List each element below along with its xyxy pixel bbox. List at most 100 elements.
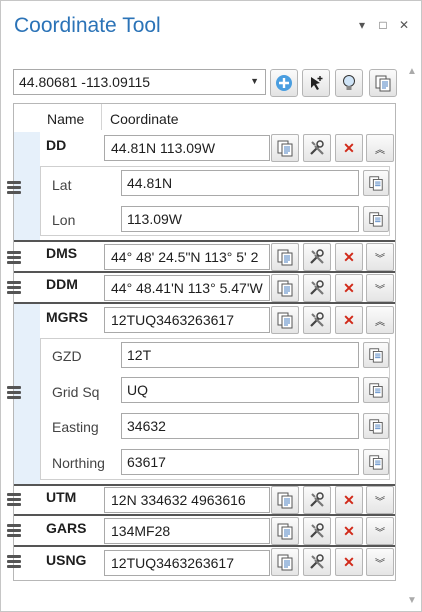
settings-button[interactable] xyxy=(303,306,331,334)
copy-button[interactable] xyxy=(271,306,299,334)
flash-button[interactable] xyxy=(335,69,363,97)
copy-button[interactable] xyxy=(363,342,389,368)
dropdown-arrow-icon[interactable]: ▼ xyxy=(250,76,259,86)
settings-button[interactable] xyxy=(303,274,331,302)
tools-icon xyxy=(310,249,324,264)
copy-button[interactable] xyxy=(271,134,299,162)
row-divider xyxy=(14,302,395,304)
coordinate-field[interactable]: 44° 48.41'N 113° 5.47'W xyxy=(104,275,270,301)
chevron-up-icon: ︽ xyxy=(375,316,385,328)
copy-icon xyxy=(369,176,383,191)
delete-icon: ✕ xyxy=(343,139,355,156)
detail-label: Northing xyxy=(52,455,105,471)
copy-button[interactable] xyxy=(271,548,299,576)
drag-handle-icon[interactable] xyxy=(7,251,21,266)
delete-icon: ✕ xyxy=(343,522,355,539)
delete-icon: ✕ xyxy=(343,491,355,508)
lightbulb-icon xyxy=(343,75,355,90)
settings-button[interactable] xyxy=(303,548,331,576)
copy-button[interactable] xyxy=(363,449,389,475)
add-button[interactable] xyxy=(270,69,298,97)
expand-button[interactable]: ︾ xyxy=(366,486,394,514)
close-icon[interactable]: ✕ xyxy=(398,18,410,32)
detail-label: Lon xyxy=(52,212,76,228)
vertical-scrollbar[interactable]: ▲ ▼ xyxy=(405,66,419,606)
delete-icon: ✕ xyxy=(343,311,355,328)
copy-icon xyxy=(369,419,383,434)
row-name: GARS xyxy=(46,520,87,536)
copy-icon xyxy=(277,140,293,157)
row-divider xyxy=(14,514,395,516)
map-point-icon xyxy=(311,76,323,90)
coordinate-field[interactable]: 12TUQ3463263617 xyxy=(104,307,270,333)
drag-handle-icon[interactable] xyxy=(7,281,21,296)
coordinate-input-value: 44.80681 -113.09115 xyxy=(19,74,151,90)
coordinate-input[interactable]: 44.80681 -113.09115 ▼ xyxy=(13,69,266,95)
map-point-button[interactable] xyxy=(302,69,330,97)
copy-all-button[interactable] xyxy=(369,69,397,97)
drag-handle-icon[interactable] xyxy=(7,493,21,508)
copy-button[interactable] xyxy=(271,517,299,545)
detail-field[interactable]: 113.09W xyxy=(121,206,359,232)
detail-field[interactable]: UQ xyxy=(121,377,359,403)
row-name: DDM xyxy=(46,276,78,292)
delete-icon: ✕ xyxy=(343,279,355,296)
copy-icon xyxy=(277,554,293,571)
coordinate-field[interactable]: 134MF28 xyxy=(104,518,270,544)
window-controls: ▾ □ ✕ xyxy=(356,18,410,32)
tools-icon xyxy=(310,492,324,507)
settings-button[interactable] xyxy=(303,243,331,271)
drag-handle-icon[interactable] xyxy=(7,555,21,570)
copy-icon xyxy=(369,348,383,363)
settings-button[interactable] xyxy=(303,134,331,162)
detail-field[interactable]: 63617 xyxy=(121,449,359,475)
collapse-button[interactable]: ︽ xyxy=(366,306,394,334)
coordinate-field[interactable]: 44° 48' 24.5"N 113° 5' 2 xyxy=(104,244,270,270)
delete-button[interactable]: ✕ xyxy=(335,274,363,302)
chevron-down-icon: ︾ xyxy=(375,527,385,539)
row-name: DMS xyxy=(46,245,78,261)
delete-icon: ✕ xyxy=(343,248,355,265)
copy-button[interactable] xyxy=(271,486,299,514)
delete-button[interactable]: ✕ xyxy=(335,243,363,271)
settings-button[interactable] xyxy=(303,517,331,545)
expand-button[interactable]: ︾ xyxy=(366,548,394,576)
copy-button[interactable] xyxy=(363,377,389,403)
coordinate-field[interactable]: 12N 334632 4963616 xyxy=(104,487,270,513)
collapse-button[interactable]: ︽ xyxy=(366,134,394,162)
copy-button[interactable] xyxy=(363,206,389,232)
drag-handle-icon[interactable] xyxy=(7,524,21,539)
chevron-down-icon: ︾ xyxy=(375,284,385,296)
copy-icon xyxy=(277,280,293,297)
copy-button[interactable] xyxy=(271,274,299,302)
scroll-up-icon[interactable]: ▲ xyxy=(407,66,417,77)
detail-field[interactable]: 34632 xyxy=(121,413,359,439)
drag-handle-icon[interactable] xyxy=(7,181,21,196)
copy-button[interactable] xyxy=(271,243,299,271)
expand-button[interactable]: ︾ xyxy=(366,517,394,545)
drag-handle-icon[interactable] xyxy=(7,386,21,401)
settings-button[interactable] xyxy=(303,486,331,514)
delete-button[interactable]: ✕ xyxy=(335,548,363,576)
options-menu-icon[interactable]: ▾ xyxy=(356,18,368,32)
coordinate-field[interactable]: 12TUQ3463263617 xyxy=(104,550,270,576)
delete-button[interactable]: ✕ xyxy=(335,517,363,545)
delete-button[interactable]: ✕ xyxy=(335,134,363,162)
expand-button[interactable]: ︾ xyxy=(366,243,394,271)
delete-button[interactable]: ✕ xyxy=(335,306,363,334)
chevron-down-icon: ︾ xyxy=(375,558,385,570)
copy-button[interactable] xyxy=(363,170,389,196)
coordinate-field[interactable]: 44.81N 113.09W xyxy=(104,135,270,161)
expand-button[interactable]: ︾ xyxy=(366,274,394,302)
scroll-down-icon[interactable]: ▼ xyxy=(407,595,417,606)
detail-label: Easting xyxy=(52,419,99,435)
delete-button[interactable]: ✕ xyxy=(335,486,363,514)
detail-field[interactable]: 44.81N xyxy=(121,170,359,196)
copy-icon xyxy=(369,455,383,470)
detail-field[interactable]: 12T xyxy=(121,342,359,368)
copy-button[interactable] xyxy=(363,413,389,439)
copy-icon xyxy=(375,75,391,92)
window-title: Coordinate Tool xyxy=(14,14,161,37)
restore-icon[interactable]: □ xyxy=(377,18,389,32)
copy-icon xyxy=(369,212,383,227)
